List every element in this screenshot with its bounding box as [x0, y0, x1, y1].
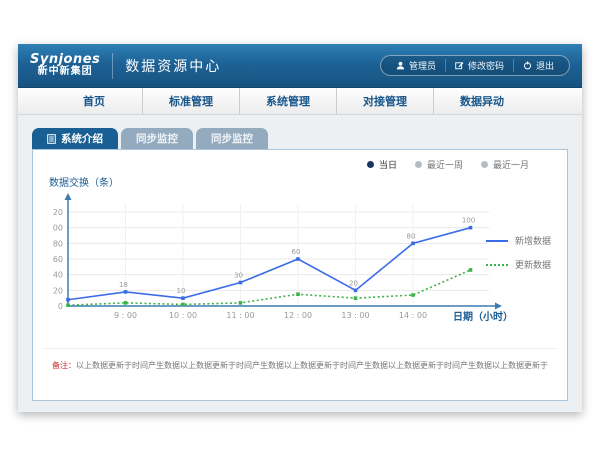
svg-text:20: 20 [53, 286, 63, 295]
footnote: 备注：以上数据更新于时间产生数据以上数据更新于时间产生数据以上数据更新于时间产生… [43, 348, 557, 371]
user-menu-item-label: 退出 [536, 59, 554, 72]
svg-text:100: 100 [53, 224, 63, 233]
legend-line-sample [486, 240, 508, 242]
user-menu: 管理员 修改密码 退出 [380, 55, 570, 76]
svg-text:60: 60 [53, 255, 63, 264]
tab-同步监控-2[interactable]: 同步监控 [196, 128, 268, 149]
svg-text:40: 40 [53, 271, 63, 280]
radio-label: 最近一月 [493, 158, 529, 171]
legend-label: 更新数据 [515, 258, 551, 271]
svg-text:0: 0 [58, 302, 63, 311]
chart-panel: 当日 最近一周 最近一月 数据交换（条） 0 20 40 60 80 100 120 9 : 00… [32, 149, 568, 401]
svg-text:120: 120 [53, 208, 63, 217]
footnote-text: 以上数据更新于时间产生数据以上数据更新于时间产生数据以上数据更新于时间产生数据以… [76, 361, 548, 370]
radio-dot [367, 161, 374, 168]
footnote-prefix: 备注： [52, 361, 76, 370]
legend-line-sample [486, 264, 508, 266]
svg-text:11 : 00: 11 : 00 [226, 311, 254, 320]
chart-legend: 新增数据更新数据 [486, 234, 551, 271]
y-axis-label: 数据交换（条） [49, 174, 119, 189]
nav-item-系统管理[interactable]: 系统管理 [239, 88, 336, 114]
main-nav: 首页标准管理系统管理对接管理数据异动 [18, 88, 582, 115]
svg-text:13 : 00: 13 : 00 [341, 311, 369, 320]
svg-text:9 : 00: 9 : 00 [114, 311, 137, 320]
legend-item-更新数据[interactable]: 更新数据 [486, 258, 551, 271]
svg-text:80: 80 [53, 239, 63, 248]
header-divider [112, 53, 113, 79]
user-menu-item-label: 管理员 [409, 59, 436, 72]
svg-text:10: 10 [177, 287, 186, 295]
app-window: Synjones 新中新集团 数据资源中心 管理员修改密码退出 首页标准管理系统… [18, 44, 582, 412]
radio-最近一月[interactable]: 最近一月 [481, 158, 529, 171]
svg-text:20: 20 [349, 279, 358, 287]
document-icon [47, 134, 56, 144]
legend-item-新增数据[interactable]: 新增数据 [486, 234, 551, 247]
svg-text:10 : 00: 10 : 00 [169, 311, 197, 320]
logo-secondary-text: 新中新集团 [30, 67, 100, 78]
user-menu-item-修改密码[interactable]: 修改密码 [445, 59, 513, 72]
svg-text:18: 18 [119, 281, 128, 289]
header: Synjones 新中新集团 数据资源中心 管理员 修改密码 退出 [18, 44, 582, 88]
tab-bar: 系统介绍 同步监控 同步监控 [32, 128, 568, 149]
user-menu-item-管理员[interactable]: 管理员 [387, 59, 445, 72]
nav-item-对接管理[interactable]: 对接管理 [336, 88, 433, 114]
radio-dot [481, 161, 488, 168]
tab-同步监控-1[interactable]: 同步监控 [121, 128, 193, 149]
content-area: 系统介绍 同步监控 同步监控 当日 最近一周 最近一月 数据交换（条） 0 20 40 60 8… [18, 115, 582, 401]
user-icon [396, 61, 405, 70]
time-range-filter: 当日 最近一周 最近一月 [367, 158, 529, 171]
svg-text:80: 80 [407, 232, 416, 240]
company-logo: Synjones 新中新集团 [30, 53, 100, 77]
svg-text:12 : 00: 12 : 00 [284, 311, 312, 320]
edit-icon [455, 61, 464, 70]
x-axis-label: 日期（小时） [453, 308, 513, 323]
tab-系统介绍-0[interactable]: 系统介绍 [32, 128, 118, 149]
tab-label: 系统介绍 [61, 131, 103, 146]
power-icon [523, 61, 532, 70]
radio-最近一周[interactable]: 最近一周 [415, 158, 463, 171]
user-menu-item-退出[interactable]: 退出 [513, 59, 563, 72]
svg-text:60: 60 [292, 248, 301, 256]
svg-text:14 : 00: 14 : 00 [399, 311, 427, 320]
radio-当日[interactable]: 当日 [367, 158, 397, 171]
legend-label: 新增数据 [515, 234, 551, 247]
svg-text:30: 30 [234, 272, 243, 280]
chart-svg: 0 20 40 60 80 100 120 9 : 00 10 : 00 11 : 00 12 : … [53, 190, 523, 322]
svg-text:100: 100 [462, 217, 475, 225]
radio-dot [415, 161, 422, 168]
radio-label: 最近一周 [427, 158, 463, 171]
nav-item-标准管理[interactable]: 标准管理 [142, 88, 239, 114]
user-menu-item-label: 修改密码 [468, 59, 504, 72]
nav-item-首页[interactable]: 首页 [46, 88, 142, 114]
radio-label: 当日 [379, 158, 397, 171]
tab-label: 同步监控 [136, 131, 178, 146]
tab-label: 同步监控 [211, 131, 253, 146]
nav-item-数据异动[interactable]: 数据异动 [433, 88, 530, 114]
page-title: 数据资源中心 [125, 56, 221, 76]
